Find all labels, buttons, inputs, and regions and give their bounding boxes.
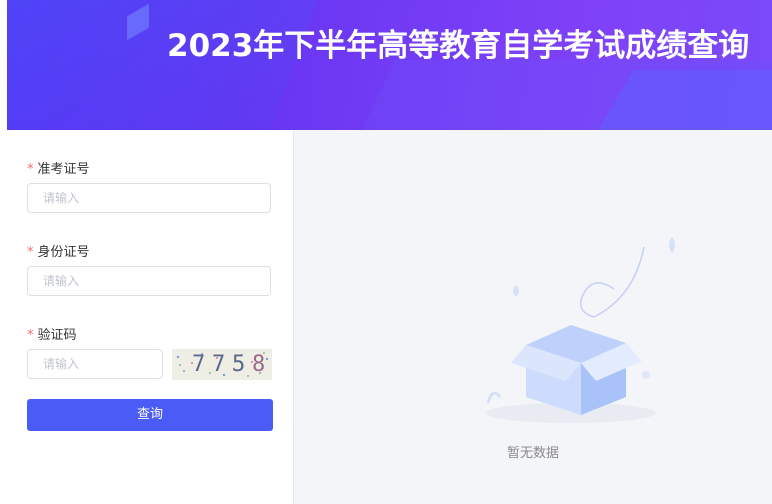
header-banner: 2023年下半年高等教育自学考试成绩查询: [7, 0, 772, 130]
required-mark: *: [27, 245, 34, 260]
id-card-input[interactable]: 请输入: [27, 266, 271, 296]
ticket-input[interactable]: 请输入: [27, 183, 271, 213]
query-form: * 准考证号 请输入 * 身份证号 请输入 * 验证码 请输入 7 7 5 8 查询: [7, 130, 294, 504]
captcha-image[interactable]: 7 7 5 8: [172, 349, 272, 380]
captcha-label: * 验证码: [27, 328, 77, 343]
ticket-label: * 准考证号: [27, 162, 90, 177]
result-panel: 暂无数据: [294, 130, 772, 504]
query-button[interactable]: 查询: [27, 399, 273, 431]
empty-box-icon: [486, 237, 675, 423]
empty-state-text: 暂无数据: [506, 446, 559, 461]
captcha-input[interactable]: 请输入: [27, 349, 163, 379]
page-title: 2023年下半年高等教育自学考试成绩查询: [167, 28, 750, 64]
id-card-label: * 身份证号: [27, 245, 90, 260]
required-mark: *: [27, 162, 34, 177]
required-mark: *: [27, 328, 34, 343]
